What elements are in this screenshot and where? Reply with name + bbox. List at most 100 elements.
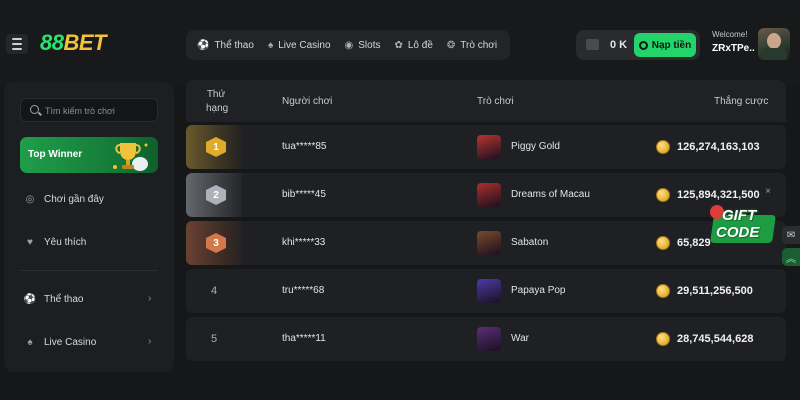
sidebar-item-sports[interactable]: ⚽ Thể thao ›: [23, 291, 152, 307]
table-row[interactable]: 1 tua*****85 Piggy Gold 126,274,163,103: [186, 125, 786, 169]
nav-label: Lô đề: [407, 39, 433, 51]
logo-number: 88: [40, 30, 64, 55]
sidebar-divider: [20, 270, 158, 271]
game-name[interactable]: Sabaton: [511, 237, 548, 248]
user-info[interactable]: Welcome! ZRxTPe..: [712, 30, 755, 54]
chat-icon[interactable]: ✉: [782, 226, 800, 244]
player-header: Người chơi: [282, 96, 333, 107]
game-icon: ❂: [446, 39, 456, 51]
player-name: tru*****68: [282, 285, 325, 296]
heart-icon: ♥: [27, 236, 33, 248]
player-name: tha*****11: [282, 333, 326, 344]
chevron-right-icon: ›: [148, 336, 152, 347]
player-name: khi*****33: [282, 237, 326, 248]
nav-item-games[interactable]: ❂ Trò chơi: [442, 34, 502, 56]
nav-label: Trò chơi: [460, 39, 498, 51]
gift-code-line1: GIFT: [722, 207, 757, 224]
rank-cell: 2: [186, 173, 242, 217]
sidebar-item-label: Yêu thích: [44, 236, 87, 248]
win-amount: 125,894,321,500: [677, 189, 760, 201]
nav-label: Live Casino: [278, 39, 331, 51]
brand-logo[interactable]: 88BET: [40, 30, 106, 56]
wallet-balance: 0 K: [610, 39, 628, 51]
leaderboard: Thứ hạng Người chơi Trò chơi Thắng cược …: [186, 80, 786, 374]
search-icon: [30, 105, 39, 114]
gold-medal-icon: 1: [206, 137, 226, 157]
sidebar-item-label: Live Casino: [44, 336, 97, 348]
win-amount: 126,274,163,103: [677, 141, 760, 153]
rank-number: 5: [211, 333, 218, 345]
casino-chip-icon: ♠: [27, 336, 33, 348]
win-amount: 29,511,256,500: [677, 285, 753, 297]
logo-text: BET: [63, 30, 106, 55]
rank-header-line1: Thứ: [206, 89, 226, 100]
rank-cell: 1: [186, 125, 242, 169]
sidebar-item-label: Chơi gần đây: [44, 193, 104, 205]
player-name: bib*****45: [282, 189, 326, 200]
game-thumbnail[interactable]: [477, 231, 501, 255]
coin-icon: [656, 332, 670, 346]
wallet-icon[interactable]: [586, 39, 599, 50]
game-thumbnail[interactable]: [477, 183, 501, 207]
avatar-face: [767, 33, 781, 49]
game-name[interactable]: Dreams of Macau: [511, 189, 590, 200]
sidebar: Top Winner ◎ Chơi gần đây ♥ Yêu thích ⚽ …: [4, 82, 174, 372]
search-box: [20, 98, 158, 122]
top-header: 88BET ⚽ Thể thao ♠ Live Casino ◉ Slots ✿ Lô …: [0, 0, 800, 86]
deposit-icon: [638, 40, 648, 50]
silver-medal-icon: 2: [206, 185, 226, 205]
player-name: tua*****85: [282, 141, 327, 152]
sidebar-item-recent[interactable]: ◎ Chơi gần đây: [24, 191, 104, 207]
deposit-button[interactable]: Nạp tiền: [634, 33, 696, 57]
slot-icon: ◉: [344, 39, 354, 51]
avatar[interactable]: [758, 28, 790, 60]
sidebar-item-label: Thể thao: [44, 293, 84, 305]
top-winner-label: Top Winner: [28, 149, 83, 160]
username: ZRxTPe..: [712, 43, 755, 54]
main-nav: ⚽ Thể thao ♠ Live Casino ◉ Slots ✿ Lô đề ❂ Tr…: [186, 30, 510, 60]
app-root: 88BET ⚽ Thể thao ♠ Live Casino ◉ Slots ✿ Lô …: [0, 0, 800, 400]
gift-code-widget[interactable]: × GIFT CODE: [710, 186, 776, 251]
search-input[interactable]: [45, 104, 155, 118]
nav-item-lottery[interactable]: ✿ Lô đề: [389, 34, 437, 56]
soccer-ball-icon: ⚽: [23, 293, 37, 305]
top-winner-button[interactable]: Top Winner: [20, 137, 158, 173]
nav-item-slots[interactable]: ◉ Slots: [340, 34, 386, 56]
sidebar-item-live-casino[interactable]: ♠ Live Casino ›: [24, 334, 151, 350]
game-name[interactable]: Piggy Gold: [511, 141, 560, 152]
win-amount: 28,745,544,628: [677, 333, 754, 345]
lottery-icon: ✿: [394, 39, 403, 51]
table-row[interactable]: 4 tru*****68 Papaya Pop 29,511,256,500: [186, 269, 786, 313]
win-amount: 65,829: [677, 237, 711, 249]
game-thumbnail[interactable]: [477, 279, 501, 303]
nav-label: Slots: [358, 39, 381, 51]
close-icon[interactable]: ×: [762, 186, 774, 198]
chevron-right-icon: ›: [148, 293, 152, 304]
hamburger-menu-icon[interactable]: [6, 34, 28, 54]
coin-icon: [656, 236, 670, 250]
game-name[interactable]: Papaya Pop: [511, 285, 566, 296]
rank-number: 4: [211, 285, 218, 297]
table-row[interactable]: 2 bib*****45 Dreams of Macau 125,894,321…: [186, 173, 786, 217]
bronze-medal-icon: 3: [206, 233, 226, 253]
table-row[interactable]: 5 tha*****11 War 28,745,544,628: [186, 317, 786, 361]
gift-code-line2: CODE: [716, 224, 760, 241]
nav-item-sports[interactable]: ⚽ Thể thao: [192, 34, 259, 56]
leaderboard-header: Thứ hạng Người chơi Trò chơi Thắng cược: [186, 80, 786, 122]
rank-header-line2: hạng: [206, 103, 229, 114]
game-thumbnail[interactable]: [477, 135, 501, 159]
winnings-header: Thắng cược: [714, 96, 769, 107]
scroll-up-icon[interactable]: ︽: [782, 248, 800, 266]
sidebar-item-favorites[interactable]: ♥ Yêu thích: [24, 234, 86, 250]
deposit-label: Nạp tiền: [651, 39, 692, 51]
game-thumbnail[interactable]: [477, 327, 501, 351]
wallet-box: 0 K Nạp tiền: [576, 30, 700, 60]
soccer-ball-icon: ⚽: [197, 39, 210, 51]
coin-icon: [656, 188, 670, 202]
nav-label: Thể thao: [214, 39, 254, 51]
nav-item-live-casino[interactable]: ♠ Live Casino: [263, 34, 336, 56]
game-name[interactable]: War: [511, 333, 529, 344]
casino-chip-icon: ♠: [267, 39, 274, 51]
table-row[interactable]: 3 khi*****33 Sabaton 65,829: [186, 221, 786, 265]
coin-icon: [656, 284, 670, 298]
